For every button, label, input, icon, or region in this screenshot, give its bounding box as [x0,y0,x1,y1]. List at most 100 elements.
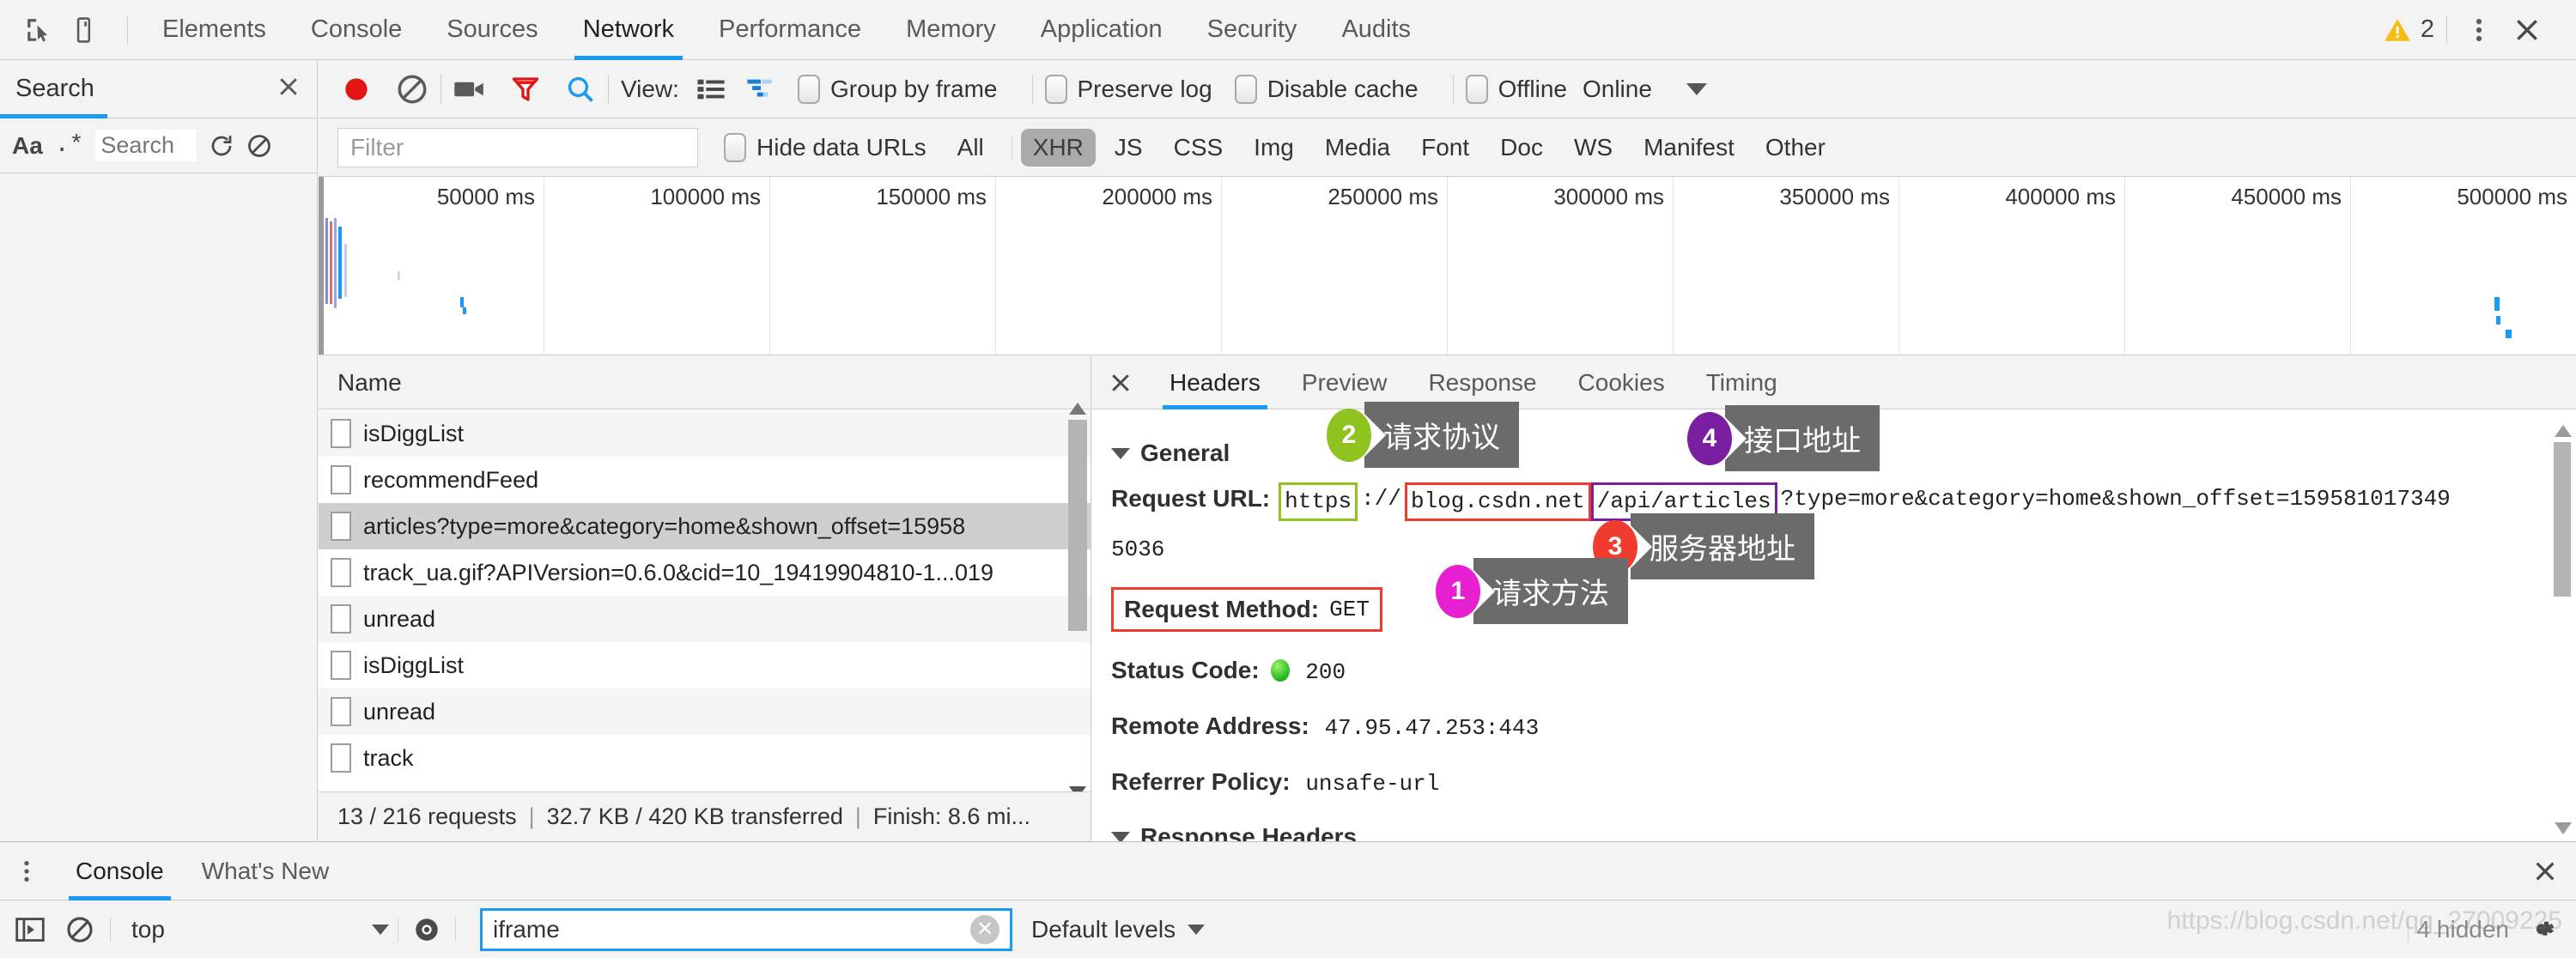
scroll-up-arrow-icon[interactable] [1068,401,1087,416]
gear-icon[interactable] [2528,914,2559,945]
inspect-element-icon[interactable] [19,10,58,50]
row-checkbox[interactable] [331,651,351,680]
match-case-button[interactable]: Aa [12,132,43,160]
throttling-select[interactable]: Online [1583,76,1652,103]
row-checkbox[interactable] [331,697,351,726]
funnel-red-icon[interactable] [510,74,541,105]
tab-network[interactable]: Network [561,0,696,60]
tab-application[interactable]: Application [1018,0,1185,60]
row-checkbox[interactable] [331,558,351,587]
log-levels-select[interactable]: Default levels [1031,916,1205,943]
tab-elements[interactable]: Elements [140,0,289,60]
live-expression-eye-icon[interactable] [412,915,441,944]
camera-icon[interactable] [453,76,486,102]
filter-type-css[interactable]: CSS [1162,129,1236,167]
tab-timing[interactable]: Timing [1686,356,1798,409]
request-name: track [363,745,414,772]
group-by-frame-label: Group by frame [830,76,998,103]
tab-sources[interactable]: Sources [424,0,560,60]
tab-headers[interactable]: Headers [1149,356,1281,409]
requests-scrollbar[interactable] [1068,415,1087,785]
preserve-log-checkbox[interactable]: Preserve log [1045,75,1212,104]
tab-console[interactable]: Console [289,0,424,60]
tab-cookies[interactable]: Cookies [1558,356,1686,409]
hide-data-urls-checkbox[interactable]: Hide data URLs [724,133,927,162]
close-icon[interactable] [2531,858,2559,885]
table-row[interactable]: unread [319,688,1091,735]
table-row[interactable]: track [319,735,1091,781]
details-scrollbar-thumb[interactable] [2554,442,2571,597]
console-filter-input[interactable]: iframe ✕ [480,908,1012,951]
tab-label: Cookies [1578,369,1665,397]
show-console-sidebar-icon[interactable] [15,917,45,943]
toggle-device-toolbar-icon[interactable] [67,10,106,50]
list-view-icon[interactable] [696,76,726,102]
refresh-icon[interactable] [209,133,234,159]
filter-type-xhr[interactable]: XHR [1021,129,1096,167]
filter-type-other[interactable]: Other [1753,129,1838,167]
chevron-down-icon[interactable] [1686,83,1707,95]
table-row[interactable]: isDiggList [319,410,1091,457]
url-query: ?type=more&category=home&shown_offset=15… [1777,482,2454,516]
close-icon[interactable] [2507,10,2547,50]
more-vertical-icon[interactable] [2459,10,2499,50]
scrollbar-thumb[interactable] [1068,420,1087,631]
close-icon[interactable] [276,74,301,104]
tab-audits[interactable]: Audits [1319,0,1433,60]
status-finish: Finish: 8.6 mi... [873,803,1030,830]
filter-type-js[interactable]: JS [1103,129,1155,167]
details-scroll-down-arrow-icon[interactable] [2554,821,2573,836]
filter-type-manifest[interactable]: Manifest [1631,129,1747,167]
drawer-tab-whats-new[interactable]: What's New [183,842,349,900]
filter-type-img[interactable]: Img [1242,129,1306,167]
checkbox-box [798,75,820,104]
row-checkbox[interactable] [331,512,351,541]
filter-type-doc[interactable]: Doc [1488,129,1555,167]
magnifier-blue-icon[interactable] [565,74,596,105]
drawer-tab-console[interactable]: Console [57,842,183,900]
row-checkbox[interactable] [331,465,351,494]
warning-indicator[interactable]: 2 [2383,15,2434,45]
tab-performance[interactable]: Performance [696,0,884,60]
table-row[interactable]: unread [319,596,1091,642]
requests-list[interactable]: isDiggList recommendFeed articles?type=m… [319,410,1091,791]
group-by-frame-checkbox[interactable]: Group by frame [798,75,998,104]
search-input[interactable]: Search [95,130,197,161]
details-scroll-up-arrow-icon[interactable] [2554,423,2573,439]
request-name: recommendFeed [363,467,538,494]
response-headers-section-header[interactable]: Response Headers [1111,823,2576,841]
row-checkbox[interactable] [331,743,351,773]
tab-security[interactable]: Security [1185,0,1320,60]
filter-type-all[interactable]: All [945,129,996,167]
clear-icon[interactable] [246,133,272,159]
clear-no-entry-icon[interactable] [396,73,428,106]
search-sidebar-tools: Aa .* Search [0,118,317,173]
table-row[interactable]: track_ua.gif?APIVersion=0.6.0&cid=10_194… [319,549,1091,596]
close-icon[interactable] [1108,370,1133,396]
remote-address-value: 47.95.47.253:443 [1325,715,1540,741]
clear-input-icon[interactable]: ✕ [970,915,999,944]
remote-address-row: Remote Address: 47.95.47.253:443 [1111,710,2576,743]
execution-context-select[interactable]: top [131,916,389,943]
table-row[interactable]: isDiggList [319,642,1091,688]
tab-memory[interactable]: Memory [884,0,1018,60]
filter-type-font[interactable]: Font [1409,129,1481,167]
annotation-badge-number: 2 [1327,409,1371,462]
table-row[interactable]: recommendFeed [319,457,1091,503]
network-overview[interactable]: 50000 ms 100000 ms 150000 ms 200000 ms 2… [319,177,2576,355]
filter-type-media[interactable]: Media [1313,129,1402,167]
filter-input[interactable]: Filter [337,128,698,167]
more-vertical-icon[interactable] [15,858,38,885]
filter-type-ws[interactable]: WS [1562,129,1625,167]
clear-console-icon[interactable] [65,915,94,944]
disable-cache-checkbox[interactable]: Disable cache [1235,75,1419,104]
offline-checkbox[interactable]: Offline [1466,75,1567,104]
record-red-circle-icon[interactable] [339,72,374,106]
request-name: unread [363,606,435,633]
regex-button[interactable]: .* [55,132,84,159]
row-checkbox[interactable] [331,419,351,448]
requests-column-header[interactable]: Name [319,356,1091,409]
waterfall-view-icon[interactable] [746,76,775,102]
row-checkbox[interactable] [331,604,351,634]
table-row[interactable]: articles?type=more&category=home&shown_o… [319,503,1091,549]
